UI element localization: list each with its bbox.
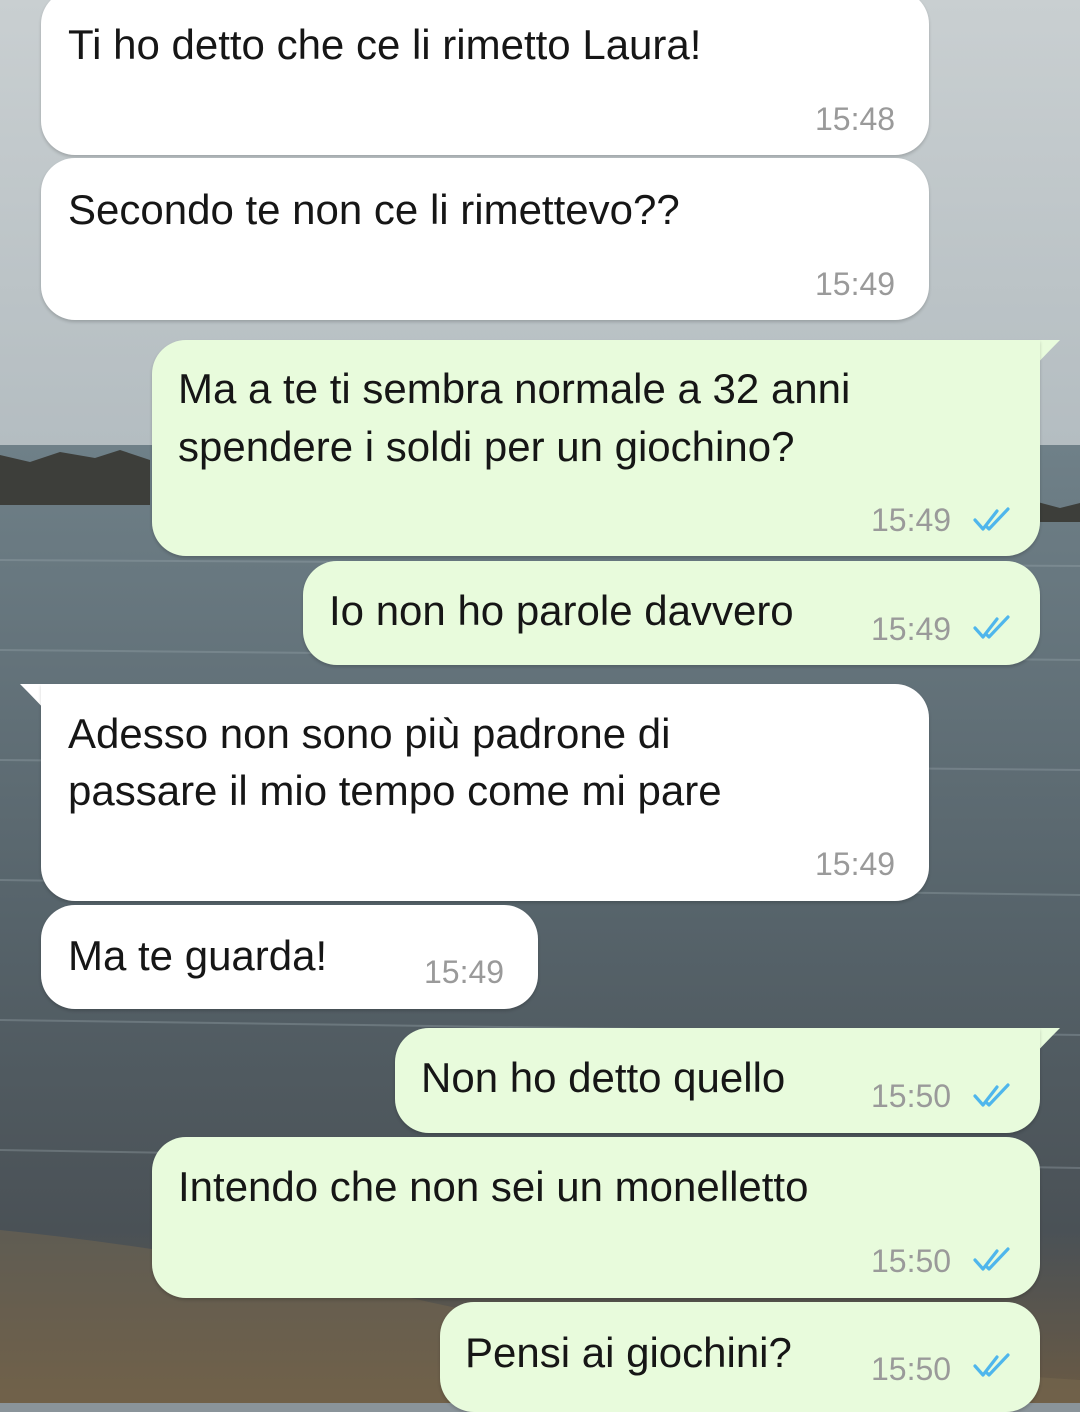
message-timestamp: 15:49	[424, 954, 505, 990]
message-timestamp: 15:50	[871, 1078, 952, 1114]
message-timestamp: 15:49	[871, 611, 952, 647]
read-ticks-icon	[973, 615, 1010, 639]
message-timestamp: 15:49	[815, 846, 896, 882]
message-text: Ti ho detto che ce li rimetto Laura!	[68, 21, 702, 68]
message-text-line: spendere i soldi per un giochino?	[178, 423, 795, 470]
message-text-line: Adesso non sono più padrone di	[68, 710, 671, 757]
message-timestamp: 15:49	[815, 266, 896, 302]
read-ticks-icon	[973, 1083, 1010, 1107]
message-text: Io non ho parole davvero	[329, 587, 794, 634]
message-text: Pensi ai giochini?	[465, 1329, 792, 1376]
message-timestamp: 15:48	[815, 101, 896, 137]
message-text-line: Ma a te ti sembra normale a 32 anni	[178, 365, 851, 412]
message-text-line: passare il mio tempo come mi pare	[68, 767, 722, 814]
message-text: Ma te guarda!	[68, 932, 328, 979]
message-timestamp: 15:49	[871, 502, 952, 538]
read-ticks-icon	[973, 1353, 1010, 1377]
read-ticks-icon	[973, 507, 1010, 531]
read-ticks-icon	[973, 1247, 1010, 1271]
message-timestamp: 15:50	[871, 1243, 952, 1279]
message-text: Intendo che non sei un monelletto	[178, 1163, 809, 1210]
message-text: Secondo te non ce li rimettevo??	[68, 186, 680, 233]
message-text: Non ho detto quello	[421, 1054, 786, 1101]
message-timestamp: 15:50	[871, 1351, 952, 1387]
